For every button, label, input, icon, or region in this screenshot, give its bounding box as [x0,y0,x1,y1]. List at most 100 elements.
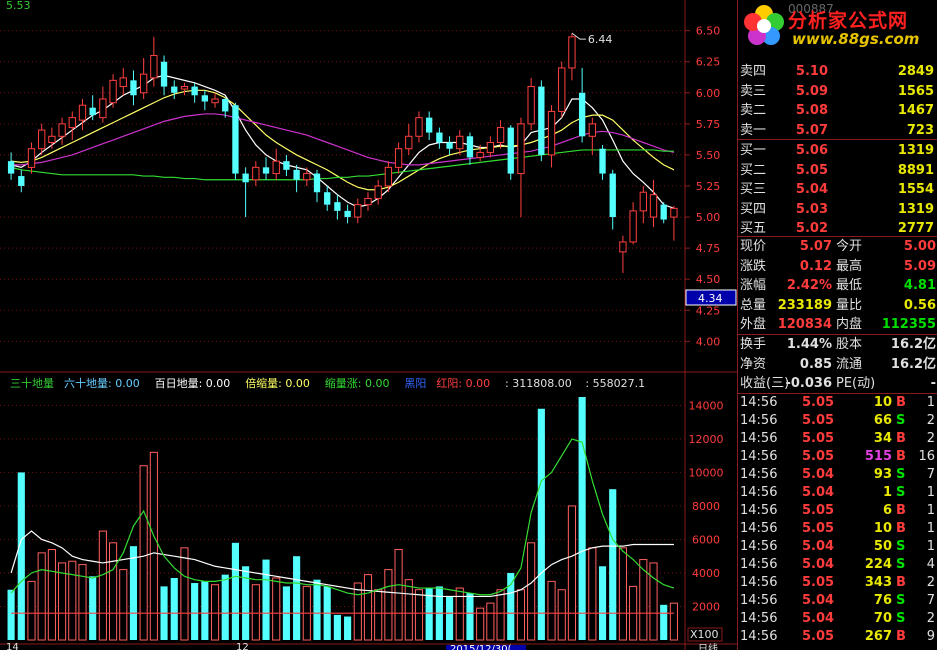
candle-body [171,86,178,93]
stat-label: 最高 [836,258,863,274]
footer-period: 日线 [698,642,718,650]
bid-row: 买一 5.06 1319 [738,141,937,160]
current-price-label: 4.34 [698,292,723,305]
volume-tick-label: 8000 [692,500,720,513]
ask-label: 卖三 [740,83,767,99]
candle-body [639,191,647,212]
candle-body [293,169,300,180]
tick-price: 5.04 [802,557,835,572]
stat-value: 16.2亿 [890,356,936,372]
volume-bar [384,569,393,641]
bid-label: 买一 [740,143,767,158]
tick-time: 14:56 [740,449,778,464]
candle-body [211,98,219,104]
volume-bar [68,560,77,641]
stat2-row: 收益(三) -0.036 PE(动) - [738,374,937,393]
tick-side: S [896,467,906,482]
tick-row: 14:56 5.04 76 S 7 [738,592,937,610]
volume-tick-label: 12000 [689,433,724,446]
legend-item: 三十地量 [10,376,54,390]
tick-side: B [896,449,906,464]
tick-time: 14:56 [740,485,778,500]
brand-logo: 000887 分析家公式网 www.88gs.com [738,0,937,52]
volume-bar [58,562,67,641]
candle-body [507,127,514,174]
bid-row: 买四 5.03 1319 [738,200,937,219]
bid-row: 买三 5.04 1554 [738,180,937,199]
volume-bar [496,589,505,641]
tick-time: 14:56 [740,593,778,608]
tick-row: 14:56 5.05 343 B 2 [738,574,937,592]
tick-count: 7 [926,467,935,482]
candle-body [660,204,667,220]
top-left-readout: 5.53 [6,0,31,12]
stat-label: 今开 [836,239,863,254]
volume-bar [466,593,474,640]
candle-body [496,127,505,144]
price-tick-label: 5.50 [696,149,721,162]
bid-label: 买四 [740,201,767,217]
tick-count: 1 [926,521,935,536]
stat-value: 1.44% [786,337,832,352]
tick-row: 14:56 5.04 50 S 1 [738,538,937,556]
volume-bar [170,578,178,640]
ask-row: 卖一 5.07 723 [738,121,937,140]
high-annotation-label: 6.44 [588,33,613,46]
tick-count: 2 [926,611,935,626]
candle-body [109,79,117,104]
volume-bar [445,596,454,640]
candle-body [384,166,393,187]
volume-bar [344,616,352,640]
candle-body [405,135,413,150]
volume-bar [47,549,56,641]
candle-body [272,160,280,175]
bid-volume: 8891 [897,162,934,178]
tick-side: S [896,593,906,608]
volume-unit-label: X100 [690,628,719,641]
tick-volume: 343 [864,575,892,590]
volume-bar [486,602,495,641]
volume-bar [262,559,270,640]
tick-volume: 224 [864,557,892,572]
candle-body [130,80,137,96]
price-tick-label: 4.25 [696,304,721,317]
volume-bar [374,589,383,641]
candle-body [242,173,249,183]
candle-body [466,136,474,158]
ask-price: 5.09 [795,83,828,99]
stat-value: 5.07 [799,239,832,254]
tick-side: S [896,557,906,572]
orderbook-divider [738,139,937,140]
volume-bar [180,547,189,641]
tick-volume: 34 [873,431,892,446]
candle-body [18,176,25,186]
volume-bar [191,583,199,640]
tick-row: 14:56 5.05 6 B 1 [738,502,937,520]
stat-value: 112355 [881,317,936,332]
stat-value: 120834 [777,317,832,332]
stat2-row: 换手 1.44% 股本 16.2亿 [738,335,937,354]
stat-value: 16.2亿 [890,337,936,352]
volume-bar [37,552,46,641]
volume-bar [231,542,240,640]
tick-count: 1 [926,395,935,410]
stat-value: 2.42% [786,278,832,293]
volume-bar [669,602,678,641]
stat-label: 净资 [740,356,767,372]
tick-price: 5.05 [802,413,835,428]
ma-line-4 [10,149,674,181]
candle-body [48,135,56,144]
stat-label: 换手 [740,337,767,352]
tick-price: 5.04 [802,467,835,482]
ask-price: 5.07 [795,122,828,138]
ask-volume: 723 [906,122,934,138]
tick-side: B [896,521,906,536]
candle-body [578,92,586,137]
bid-volume: 1554 [897,182,934,197]
candle-body [527,86,535,125]
tick-row: 14:56 5.05 66 S 2 [738,412,937,430]
candle-body [394,148,403,168]
tick-side: S [896,539,906,554]
candle-body [547,110,556,156]
bid-price: 5.06 [795,143,828,158]
